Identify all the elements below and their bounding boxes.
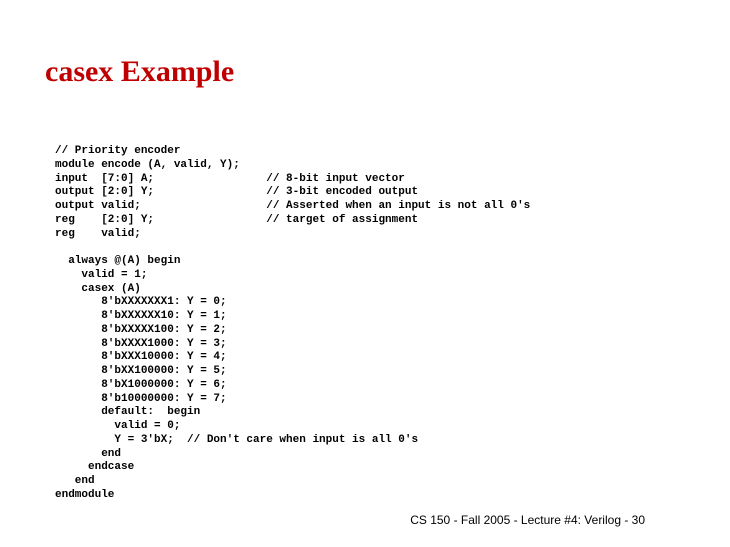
code-block: // Priority encoder module encode (A, va… [55,145,530,503]
slide-footer: CS 150 - Fall 2005 - Lecture #4: Verilog… [410,513,645,527]
slide-title: casex Example [45,55,234,89]
